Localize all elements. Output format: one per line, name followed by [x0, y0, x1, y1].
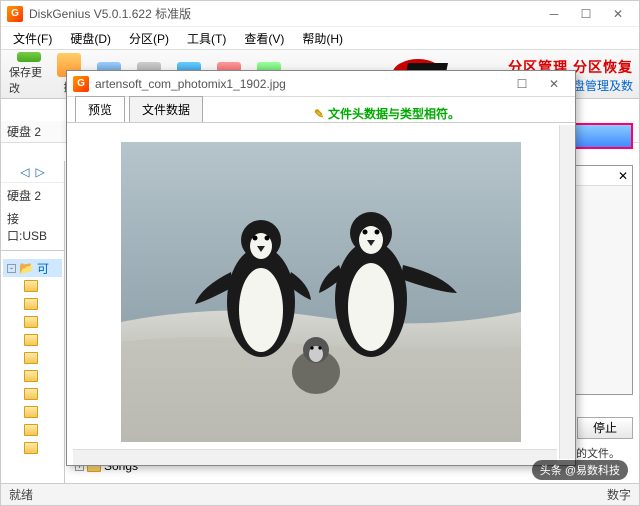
menu-file[interactable]: 文件(F) [5, 28, 60, 49]
preview-close-button[interactable]: ✕ [539, 74, 569, 94]
preview-titlebar: G artensoft_com_photomix1_1902.jpg ☐ ✕ [67, 71, 575, 97]
folder-icon [24, 316, 38, 328]
tab-preview[interactable]: 预览 [75, 96, 125, 122]
minimize-button[interactable]: ─ [539, 4, 569, 24]
menu-disk[interactable]: 硬盘(D) [62, 28, 119, 49]
tree-item[interactable] [3, 439, 62, 457]
menu-partition[interactable]: 分区(P) [121, 28, 177, 49]
folder-icon [24, 334, 38, 346]
preview-title: artensoft_com_photomix1_1902.jpg [95, 77, 507, 91]
preview-tabs: 预览 文件数据 ✎ 文件头数据与类型相符。 [67, 97, 575, 123]
save-label: 保存更改 [9, 64, 49, 96]
tree-item[interactable] [3, 349, 62, 367]
main-titlebar: G DiskGenius V5.0.1.622 标准版 ─ ☐ ✕ [1, 1, 639, 27]
folder-icon [24, 280, 38, 292]
tab-file-data[interactable]: 文件数据 [129, 96, 203, 122]
tree-item[interactable] [3, 295, 62, 313]
app-icon: G [7, 6, 23, 22]
preview-status-text: 文件头数据与类型相符。 [328, 105, 460, 122]
tree-item[interactable] [3, 367, 62, 385]
folder-icon [24, 298, 38, 310]
vertical-scrollbar[interactable] [559, 125, 575, 459]
disk-label: 硬盘 2 [7, 123, 41, 140]
folder-icon [24, 352, 38, 364]
maximize-button[interactable]: ☐ [571, 4, 601, 24]
tree-item[interactable] [3, 331, 62, 349]
nav-fwd-icon[interactable]: ▷ [36, 165, 45, 179]
menubar: 文件(F) 硬盘(D) 分区(P) 工具(T) 查看(V) 帮助(H) [1, 27, 639, 49]
folder-icon [24, 370, 38, 382]
preview-body [73, 125, 569, 459]
left-panel: ◁ ▷ 硬盘 2 接口:USB - 📂 可 [1, 161, 65, 483]
pencil-icon: ✎ [314, 107, 324, 121]
tree-item[interactable] [3, 403, 62, 421]
main-title: DiskGenius V5.0.1.622 标准版 [29, 5, 539, 22]
stop-button[interactable]: 停止 [577, 417, 633, 439]
folder-open-icon: 📂 [19, 261, 34, 275]
preview-image [121, 142, 521, 442]
horizontal-scrollbar[interactable] [73, 449, 557, 465]
window-controls: ─ ☐ ✕ [539, 4, 633, 24]
tree-root-label: 可 [37, 260, 49, 277]
preview-maximize-button[interactable]: ☐ [507, 74, 537, 94]
tree-item[interactable] [3, 421, 62, 439]
nav-controls: ◁ ▷ [1, 161, 64, 183]
status-right: 数字 [607, 486, 631, 503]
collapse-icon[interactable]: - [7, 264, 16, 273]
status-left: 就绪 [9, 486, 33, 503]
watermark: 头条 @易数科技 [532, 460, 628, 480]
interface-label: 接口:USB [1, 208, 64, 246]
menu-view[interactable]: 查看(V) [236, 28, 292, 49]
folder-icon [24, 388, 38, 400]
tree-item[interactable] [3, 313, 62, 331]
save-icon [17, 52, 41, 62]
menu-help[interactable]: 帮助(H) [294, 28, 351, 49]
preview-window: G artensoft_com_photomix1_1902.jpg ☐ ✕ 预… [66, 70, 576, 466]
disk-name: 硬盘 2 [1, 183, 64, 208]
tree-root-row[interactable]: - 📂 可 [3, 259, 62, 277]
thumb-close-icon[interactable]: ✕ [618, 169, 628, 183]
folder-icon [24, 424, 38, 436]
statusbar: 就绪 数字 [1, 483, 639, 505]
app-icon: G [73, 76, 89, 92]
preview-status: ✎ 文件头数据与类型相符。 [207, 105, 567, 122]
folder-icon [24, 442, 38, 454]
tree-item[interactable] [3, 277, 62, 295]
nav-back-icon[interactable]: ◁ [20, 165, 29, 179]
folder-icon [24, 406, 38, 418]
close-button[interactable]: ✕ [603, 4, 633, 24]
tree-item[interactable] [3, 385, 62, 403]
save-changes-button[interactable]: 保存更改 [9, 52, 49, 96]
menu-tools[interactable]: 工具(T) [179, 28, 234, 49]
folder-tree[interactable]: - 📂 可 [1, 255, 64, 461]
